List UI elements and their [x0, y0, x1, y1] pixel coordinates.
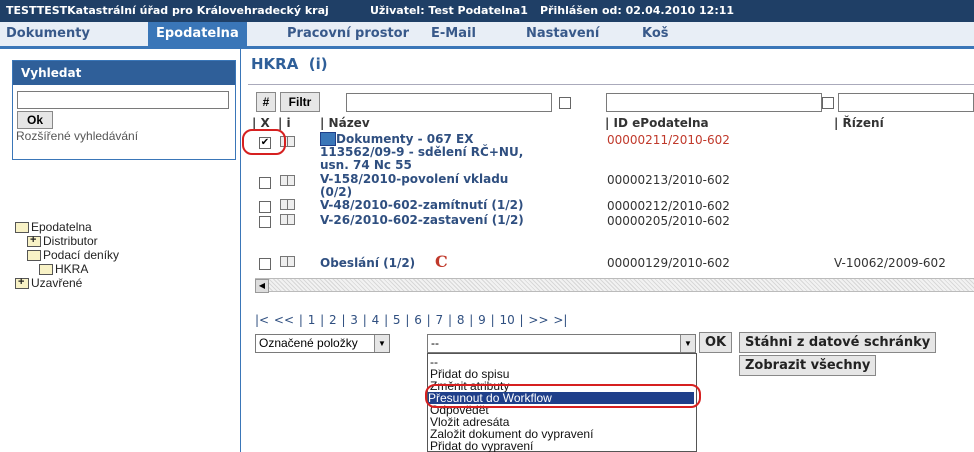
col-header-id[interactable]: | ID ePodatelna: [605, 116, 709, 130]
col-header-name[interactable]: | Název: [320, 116, 370, 130]
row-id: 00000213/2010-602: [607, 173, 730, 187]
horizontal-scrollbar[interactable]: ◀: [255, 278, 974, 293]
search-input[interactable]: [17, 91, 229, 109]
filter-name-input[interactable]: [346, 93, 552, 112]
sidebar: Vyhledat Ok Rozšířené vyhledávání Epodat…: [7, 52, 236, 452]
row-id: 00000129/2010-602: [607, 256, 730, 270]
main-panel: HKRA (i) # Filtr | X | i | Název | ID eP…: [242, 49, 974, 452]
advanced-search-link[interactable]: Rozšířené vyhledávání: [16, 129, 138, 143]
info-link[interactable]: (i): [309, 55, 328, 73]
col-header-rizeni[interactable]: | Řízení: [834, 116, 884, 130]
row-name-line[interactable]: V-48/2010-602-zamítnutí (1/2): [320, 199, 523, 212]
row-rizeni: V-10062/2009-602: [834, 256, 946, 270]
row-id: 00000205/2010-602: [607, 214, 730, 228]
page-title: HKRA (i): [251, 55, 328, 73]
search-title: Vyhledat: [13, 61, 235, 85]
row-id: 00000212/2010-602: [607, 199, 730, 213]
menu-epodatelna[interactable]: Epodatelna: [148, 22, 247, 46]
ok-button[interactable]: OK: [699, 332, 733, 353]
col-header-x[interactable]: | X: [252, 116, 270, 130]
search-ok-button[interactable]: Ok: [17, 111, 53, 129]
folder-icon: [15, 222, 29, 234]
document-icon: [320, 132, 336, 146]
tree-item-podaci-deniky[interactable]: Podací deníky: [27, 248, 119, 262]
folder-expand-icon: [27, 233, 41, 248]
filter-button[interactable]: Filtr: [280, 92, 320, 112]
row-checkbox[interactable]: [259, 177, 271, 189]
action-select[interactable]: -- ▼: [427, 334, 696, 353]
folder-expand-icon: [15, 275, 29, 290]
chevron-down-icon[interactable]: ▼: [374, 335, 389, 352]
tree-item-epodatelna[interactable]: Epodatelna: [15, 220, 92, 234]
menu-nastaveni[interactable]: Nastavení: [526, 22, 599, 46]
row-name-line[interactable]: Obeslání (1/2): [320, 257, 415, 270]
book-icon: [280, 175, 295, 186]
title-bar: TESTTESTKatastrální úřad pro Královehrad…: [0, 0, 974, 22]
application-window: TESTTESTKatastrální úřad pro Královehrad…: [0, 0, 974, 452]
download-datova-schranka-button[interactable]: Stáhni z datové schránky: [739, 332, 937, 353]
menu-email[interactable]: E-Mail: [431, 22, 476, 46]
book-icon: [280, 256, 295, 267]
menu-dokumenty[interactable]: Dokumenty: [6, 22, 90, 46]
filter-id-input[interactable]: [606, 93, 822, 112]
row-name-line[interactable]: usn. 74 Nc 55: [320, 159, 412, 172]
chevron-down-icon[interactable]: ▼: [680, 335, 695, 352]
menu-kos[interactable]: Koš: [642, 22, 669, 46]
col-header-i[interactable]: | i: [278, 116, 291, 130]
book-icon: [280, 214, 295, 225]
menu-pracovni-prostor[interactable]: Pracovní prostor: [287, 22, 409, 46]
login-time: Přihlášen od: 02.04.2010 12:11: [540, 4, 735, 17]
row-name-line[interactable]: V-26/2010-602-zastavení (1/2): [320, 214, 524, 227]
row-checkbox[interactable]: [259, 258, 271, 270]
filter-name-checkbox[interactable]: [559, 97, 571, 109]
bulk-scope-select[interactable]: Označené položky ▼: [255, 334, 390, 353]
main-menu: Dokumenty Epodatelna Pracovní prostor E-…: [0, 22, 974, 49]
highlight-option-annotation: [425, 384, 701, 408]
filter-rizeni-input[interactable]: [838, 93, 974, 112]
search-panel: Vyhledat Ok Rozšířené vyhledávání: [12, 60, 236, 160]
dropdown-option[interactable]: Přidat do vypravení: [430, 440, 533, 452]
pagination[interactable]: |< << | 1 | 2 | 3 | 4 | 5 | 6 | 7 | 8 | …: [255, 313, 567, 327]
row-id: 00000211/2010-602: [607, 133, 730, 147]
panel-divider: [240, 49, 241, 452]
row-checkbox[interactable]: [259, 216, 271, 228]
user-name: Uživatel: Test Podatelna1: [370, 4, 528, 17]
show-all-button[interactable]: Zobrazit všechny: [739, 355, 877, 376]
book-icon: [280, 199, 295, 210]
filter-id-checkbox[interactable]: [822, 97, 834, 109]
hash-button[interactable]: #: [256, 92, 276, 112]
tree-item-hkra[interactable]: HKRA: [39, 262, 88, 276]
certificate-icon: C: [435, 252, 448, 271]
heading-divider: [248, 84, 974, 85]
folder-icon: [27, 250, 41, 262]
folder-icon: [39, 264, 53, 276]
scroll-left-arrow-icon[interactable]: ◀: [255, 279, 269, 293]
tree-item-distributor[interactable]: Distributor: [27, 233, 98, 248]
tree-item-uzavrene[interactable]: Uzavřené: [15, 275, 82, 290]
row-checkbox[interactable]: [259, 201, 271, 213]
highlight-checkbox-annotation: [242, 129, 286, 155]
org-name: TESTTESTKatastrální úřad pro Královehrad…: [6, 4, 329, 17]
